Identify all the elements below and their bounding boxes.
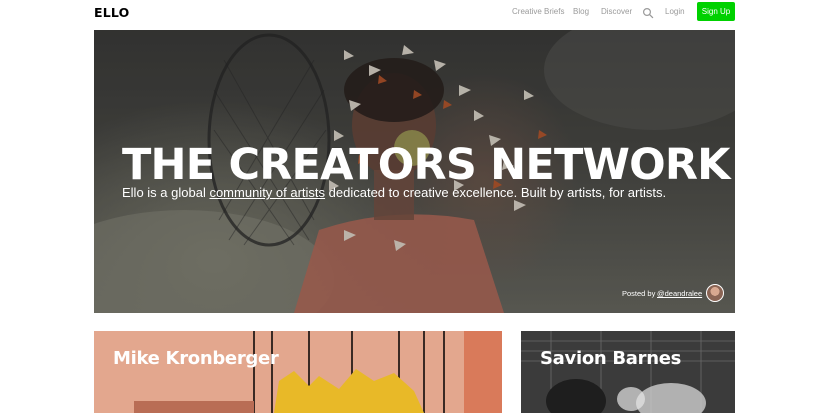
hero-title: THE CREATORS NETWORK — [122, 140, 731, 190]
search-icon[interactable] — [642, 6, 654, 19]
hero-subtitle-text-end: dedicated to creative excellence. Built … — [325, 185, 667, 200]
artist-card-image — [521, 331, 735, 413]
hero-subtitle: Ello is a global community of artists de… — [122, 185, 666, 200]
hero-subtitle-text-start: Ello is a global — [122, 185, 210, 200]
signup-button[interactable]: Sign Up — [697, 2, 735, 21]
posted-by-label: Posted by — [622, 289, 656, 298]
artist-name: Savion Barnes — [540, 348, 682, 369]
top-navigation: ELLO Creative Briefs Blog Discover Login… — [0, 0, 825, 28]
ello-logo[interactable]: ELLO — [94, 5, 129, 20]
artist-card-mike-kronberger[interactable]: Mike Kronberger — [94, 331, 502, 413]
nav-discover[interactable]: Discover — [601, 7, 632, 16]
community-of-artists-link[interactable]: community of artists — [209, 185, 325, 200]
artist-name: Mike Kronberger — [113, 348, 279, 369]
nav-login[interactable]: Login — [665, 7, 685, 16]
posted-by-handle-link[interactable]: @deandralee — [657, 289, 702, 298]
avatar[interactable] — [706, 284, 724, 302]
hero-banner: THE CREATORS NETWORK Ello is a global co… — [94, 30, 735, 313]
nav-blog[interactable]: Blog — [573, 7, 589, 16]
artist-card-savion-barnes[interactable]: Savion Barnes — [521, 331, 735, 413]
nav-creative-briefs[interactable]: Creative Briefs — [512, 7, 564, 16]
artist-card-image — [94, 331, 502, 413]
